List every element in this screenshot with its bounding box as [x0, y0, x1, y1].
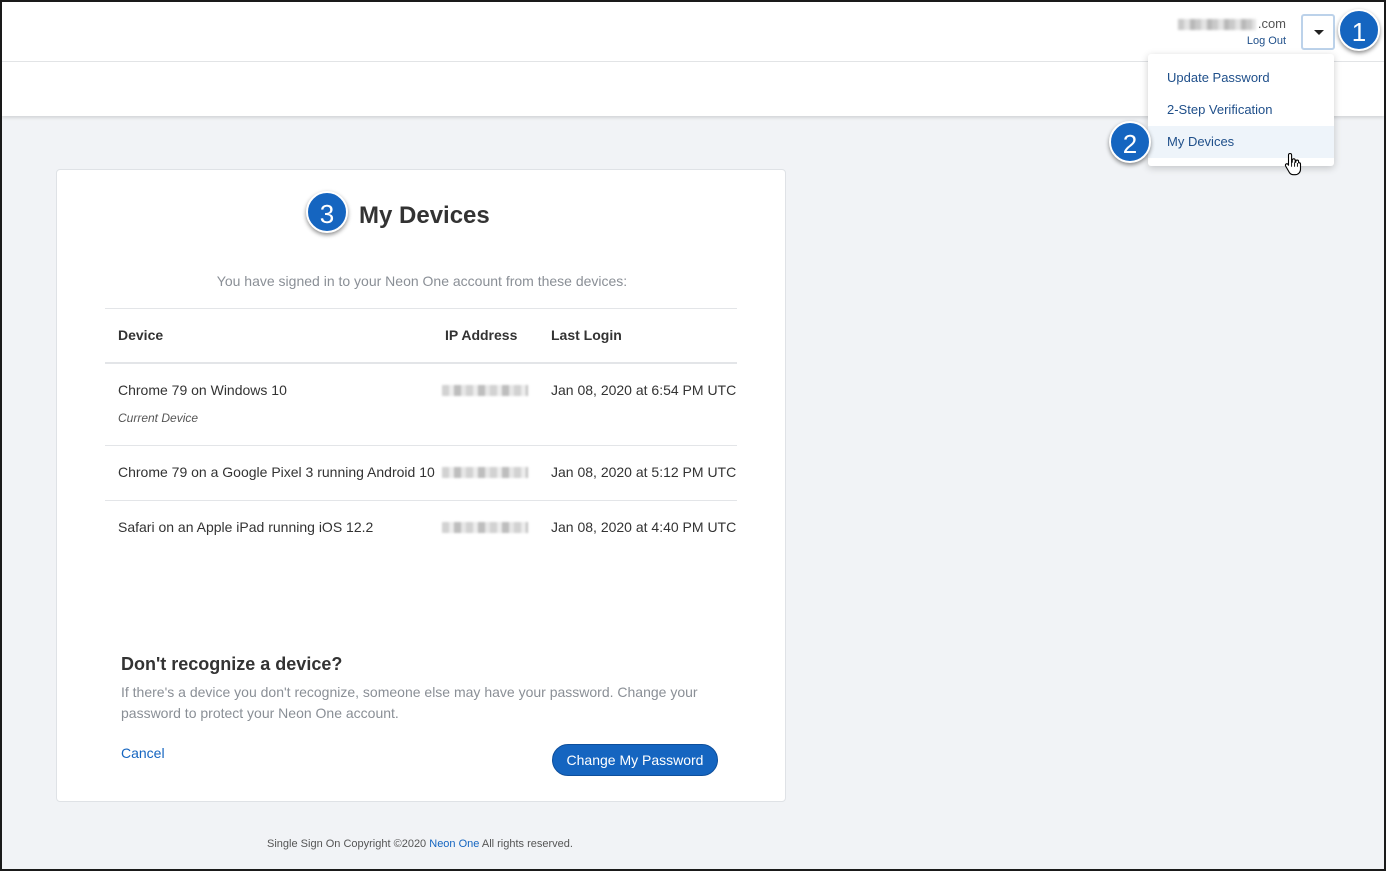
- footer-copyright: Single Sign On Copyright ©2020: [267, 838, 427, 850]
- menu-item-update-password[interactable]: Update Password: [1148, 62, 1334, 94]
- last-login-cell: Jan 08, 2020 at 6:54 PM UTC: [551, 362, 737, 446]
- table-header-row: Device IP Address Last Login: [105, 308, 737, 364]
- menu-item-2-step-verification[interactable]: 2-Step Verification: [1148, 94, 1334, 126]
- table-row: Chrome 79 on a Google Pixel 3 running An…: [105, 445, 737, 501]
- table-row: Safari on an Apple iPad running iOS 12.2…: [105, 500, 737, 555]
- column-header-device: Device: [105, 308, 445, 364]
- device-name: Chrome 79 on a Google Pixel 3 running An…: [118, 463, 435, 480]
- unrecognized-device-heading: Don't recognize a device?: [121, 654, 343, 674]
- device-cell: Chrome 79 on Windows 10 Current Device: [105, 362, 445, 446]
- account-dropdown-toggle[interactable]: [1301, 14, 1335, 50]
- my-devices-card: 3 My Devices You have signed in to your …: [56, 169, 786, 802]
- redacted-ip-blur: [442, 384, 528, 396]
- change-password-button[interactable]: Change My Password: [552, 744, 718, 776]
- redacted-email-blur: [1177, 19, 1256, 31]
- devices-table: Device IP Address Last Login Chrome 79 o…: [105, 308, 737, 555]
- step-badge-3: 3: [306, 191, 348, 233]
- caret-down-icon: [1314, 30, 1324, 35]
- devices-intro-text: You have signed in to your Neon One acco…: [216, 273, 628, 289]
- footer-neon-one-link[interactable]: Neon One: [429, 838, 479, 850]
- menu-item-my-devices[interactable]: My Devices: [1148, 126, 1334, 158]
- device-cell: Safari on an Apple iPad running iOS 12.2: [105, 500, 445, 555]
- logout-link[interactable]: Log Out: [1247, 35, 1286, 47]
- ip-address-cell: [442, 445, 551, 501]
- last-login-cell: Jan 08, 2020 at 4:40 PM UTC: [551, 518, 737, 535]
- hand-pointer-cursor-icon: [1284, 152, 1302, 176]
- last-login-cell: Jan 08, 2020 at 5:12 PM UTC: [551, 445, 737, 501]
- unrecognized-device-text: If there's a device you don't recognize,…: [121, 684, 698, 721]
- cancel-link[interactable]: Cancel: [121, 745, 165, 761]
- step-badge-1: 1: [1338, 9, 1380, 51]
- table-row: Chrome 79 on Windows 10 Current Device J…: [105, 362, 737, 446]
- current-device-label: Current Device: [118, 410, 199, 425]
- device-name: Safari on an Apple iPad running iOS 12.2: [118, 518, 374, 535]
- column-header-ip-address: IP Address: [445, 308, 551, 364]
- user-email-domain: .com: [1257, 16, 1286, 31]
- user-email: .com: [1177, 16, 1286, 31]
- ip-address-cell: [442, 362, 551, 446]
- top-bar: .com Log Out: [2, 2, 1384, 62]
- step-badge-2: 2: [1109, 121, 1151, 163]
- column-header-last-login: Last Login: [551, 308, 737, 364]
- page-title: My Devices: [359, 202, 490, 229]
- account-dropdown-menu: Update Password 2-Step Verification My D…: [1148, 54, 1334, 166]
- device-cell: Chrome 79 on a Google Pixel 3 running An…: [105, 445, 445, 501]
- redacted-ip-blur: [442, 521, 528, 533]
- footer-rights: All rights reserved.: [481, 838, 573, 850]
- redacted-ip-blur: [442, 466, 528, 478]
- device-name: Chrome 79 on Windows 10: [118, 381, 287, 398]
- ip-address-cell: [442, 500, 551, 555]
- footer: Single Sign On Copyright ©2020 Neon One …: [2, 838, 838, 850]
